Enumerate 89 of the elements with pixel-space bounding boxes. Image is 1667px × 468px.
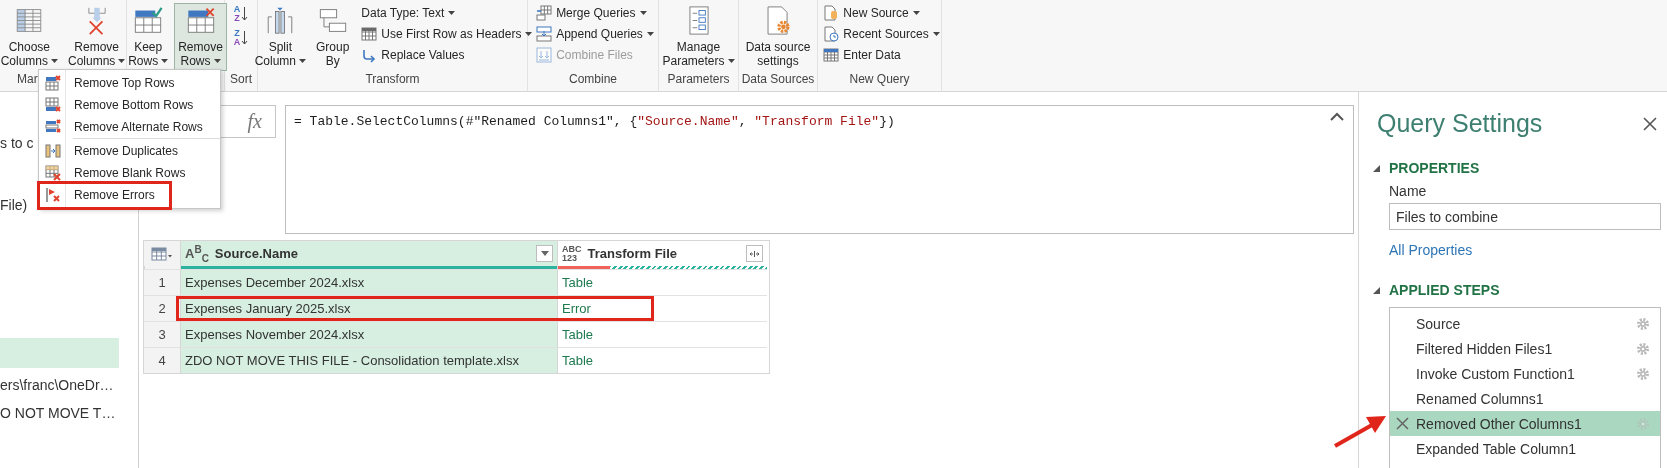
section-header[interactable]: PROPERTIES [1372, 158, 1667, 178]
row-number: 1 [158, 275, 166, 290]
row-number: 2 [158, 301, 166, 316]
table-cell: Error [557, 295, 767, 321]
menu-item[interactable]: Remove Blank Rows [39, 162, 220, 184]
field-label: Name [1389, 183, 1428, 199]
keep-rows-icon [132, 6, 165, 35]
remove-rows-icon [44, 119, 61, 135]
pane-title: Query Settings [1377, 109, 1543, 138]
close-icon[interactable] [1643, 116, 1657, 131]
ribbon-button[interactable]: Enter Data [821, 45, 942, 65]
chevron-up-icon[interactable] [1330, 112, 1344, 121]
step-item[interactable]: Expanded Table Column1 [1390, 436, 1660, 461]
table-icon [361, 26, 378, 42]
menu-item[interactable]: Remove Duplicates [39, 140, 220, 162]
ribbon-button[interactable]: Remove Rows [174, 3, 227, 71]
table-cell: Table [557, 321, 767, 347]
down-arrow-icon [241, 6, 249, 22]
group-label: Parameters [667, 72, 730, 86]
step-item[interactable]: Invoke Custom Function1 [1390, 361, 1660, 386]
menu-item[interactable]: Remove Errors [39, 184, 220, 206]
delete-icon[interactable] [1396, 417, 1409, 430]
ribbon-button[interactable]: Replace Values [359, 45, 535, 65]
replace-icon [361, 47, 378, 63]
row-number: 3 [158, 327, 166, 342]
remove-rows-icon [44, 97, 61, 113]
ribbon-button[interactable]: Remove Columns [64, 3, 130, 71]
gear-icon[interactable] [1636, 341, 1650, 356]
menu-item[interactable]: Remove Top Rows [39, 72, 220, 94]
collapse-triangle-icon [1372, 285, 1381, 295]
column-header[interactable]: A$^{B}$$_{C}$ Source.Name [180, 241, 557, 266]
ribbon-button[interactable]: Use First Row as Headers [359, 24, 535, 44]
row-number: 4 [158, 353, 166, 368]
query-item[interactable]: File) [0, 191, 28, 219]
filter-button[interactable] [536, 245, 553, 262]
remove-rows-icon [44, 75, 61, 91]
document-icon [823, 5, 840, 21]
expand-icon [749, 249, 760, 258]
table-cell: Expenses November 2024.xlsx [180, 321, 557, 347]
section-header[interactable]: APPLIED STEPS [1372, 280, 1667, 300]
ribbon-button[interactable]: Merge Queries [534, 3, 656, 23]
table-menu-icon[interactable] [151, 246, 173, 261]
query-item[interactable]: O NOT MOVE T… [0, 399, 116, 427]
ribbon-button[interactable]: Data source settings [741, 3, 815, 71]
table-cell: Table [557, 347, 767, 373]
sort-button[interactable]: A Z [231, 3, 251, 25]
ribbon-button[interactable]: Split Column [250, 3, 310, 71]
menu-item[interactable]: Remove Bottom Rows [39, 94, 220, 116]
group-label: Combine [569, 72, 617, 86]
ribbon-button[interactable]: Data Type: Text [359, 3, 535, 23]
table-cell: ZDO NOT MOVE THIS FILE - Consolidation template.xlsx [180, 347, 557, 373]
down-arrow-icon [241, 30, 249, 46]
step-item[interactable]: Source [1390, 311, 1660, 336]
merge-icon [536, 5, 553, 21]
expand-button[interactable] [746, 245, 763, 262]
query-item[interactable]: s to c [0, 129, 34, 157]
ribbon-button[interactable]: Append Queries [534, 24, 656, 44]
append-icon [536, 26, 553, 42]
blank-rows-icon [44, 165, 61, 181]
duplicates-icon [44, 143, 61, 159]
column-type: ABC 123 [562, 244, 582, 263]
ribbon-button[interactable]: New Source [821, 3, 942, 23]
table-cell: Table [557, 269, 767, 295]
gear-icon[interactable] [1636, 316, 1650, 331]
fx-label[interactable]: fx [247, 110, 262, 133]
document-clock-icon [823, 26, 840, 42]
menu-item[interactable]: Remove Alternate Rows [39, 116, 220, 138]
query-item[interactable]: ers\franc\OneDr… [0, 371, 114, 399]
step-item[interactable]: Renamed Columns1 [1390, 386, 1660, 411]
gear-icon[interactable] [1636, 366, 1650, 381]
table-cell: Expenses December 2024.xlsx [180, 269, 557, 295]
table-icon [823, 47, 840, 63]
name-field[interactable]: Files to combine [1389, 203, 1661, 230]
group-label: New Query [849, 72, 910, 86]
group-label: Sort [230, 72, 252, 86]
ribbon-button[interactable]: Group By [312, 3, 354, 71]
collapse-triangle-icon [1372, 163, 1381, 173]
properties-link[interactable]: All Properties [1389, 242, 1473, 258]
group-label: Data Sources [741, 72, 815, 86]
combine-files-icon [536, 47, 553, 63]
step-item[interactable]: Filtered Hidden Files1 [1390, 336, 1660, 361]
ribbon-button[interactable]: Manage Parameters [658, 3, 739, 71]
caret-icon [540, 251, 549, 256]
sort-button[interactable]: Z A [231, 27, 251, 49]
formula-field[interactable]: = Table.SelectColumns(#"Renamed Columns1", {"Source.Name", "Transform File"}) [285, 105, 1354, 234]
group-label: Transform [365, 72, 420, 86]
ribbon-button[interactable]: Recent Sources [821, 24, 942, 44]
group-label: Mar [17, 72, 38, 86]
flag-icon [44, 187, 61, 203]
